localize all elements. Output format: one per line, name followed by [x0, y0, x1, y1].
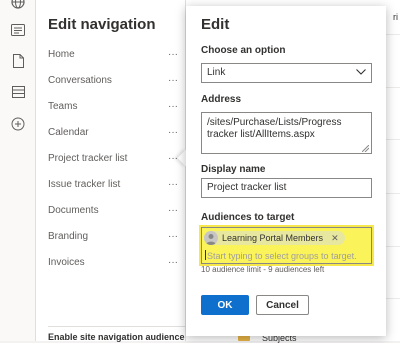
option-label: Choose an option: [201, 45, 286, 56]
nav-item-project-tracker-list[interactable]: Project tracker list ···: [48, 149, 178, 167]
audience-chip-label: Learning Portal Members: [222, 233, 324, 243]
address-textarea[interactable]: /sites/Purchase/Lists/Progress tracker l…: [201, 112, 372, 154]
text-cursor: [205, 250, 206, 260]
nav-item-teams[interactable]: Teams ···: [48, 97, 178, 115]
audiences-label: Audiences to target: [201, 212, 295, 223]
group-avatar-icon: [204, 231, 218, 245]
cancel-button[interactable]: Cancel: [256, 295, 309, 315]
resize-handle-icon[interactable]: [361, 144, 370, 153]
more-options-icon[interactable]: ···: [168, 75, 178, 86]
nav-item-label: Teams: [48, 100, 78, 112]
news-icon[interactable]: [10, 22, 26, 38]
more-options-icon[interactable]: ···: [168, 101, 178, 112]
nav-item-home[interactable]: Home ···: [48, 45, 178, 63]
nav-item-label: Invoices: [48, 256, 85, 268]
nav-item-label: Calendar: [48, 126, 89, 138]
audience-chip[interactable]: Learning Portal Members ✕: [204, 231, 345, 245]
add-icon[interactable]: [10, 116, 26, 132]
edit-link-dialog: Edit Choose an option Link Address /site…: [186, 6, 386, 336]
option-dropdown[interactable]: Link: [201, 63, 372, 83]
ok-button[interactable]: OK: [201, 295, 249, 315]
nav-item-label: Project tracker list: [48, 152, 128, 164]
address-label: Address: [201, 94, 242, 105]
nav-item-label: Branding: [48, 230, 89, 242]
nav-item-documents[interactable]: Documents ···: [48, 201, 178, 219]
audience-targeting-toggle-label: Enable site navigation audience: [48, 326, 188, 342]
audience-limit-hint: 10 audience limit - 9 audiences left: [201, 265, 325, 274]
more-options-icon[interactable]: ···: [168, 205, 178, 216]
list-icon[interactable]: [10, 84, 26, 100]
address-value: /sites/Purchase/Lists/Progress tracker l…: [207, 117, 342, 140]
nav-item-calendar[interactable]: Calendar ···: [48, 123, 178, 141]
document-icon[interactable]: [10, 53, 26, 69]
dialog-title: Edit: [201, 16, 230, 33]
audience-picker[interactable]: Learning Portal Members ✕ Start typing t…: [199, 225, 374, 266]
globe-icon[interactable]: [10, 0, 26, 10]
nav-item-label: Home: [48, 48, 75, 60]
audience-placeholder: Start typing to select groups to target.: [207, 251, 357, 261]
chevron-down-icon: [356, 67, 366, 79]
option-selected-value: Link: [207, 67, 226, 78]
nav-item-conversations[interactable]: Conversations ···: [48, 71, 178, 89]
nav-item-label: Conversations: [48, 74, 112, 86]
more-options-icon[interactable]: ···: [168, 231, 178, 242]
nav-item-label: Documents: [48, 204, 99, 216]
nav-item-issue-tracker-list[interactable]: Issue tracker list ···: [48, 175, 178, 193]
nav-item-label: Issue tracker list: [48, 178, 121, 190]
display-name-input[interactable]: Project tracker list: [201, 178, 372, 198]
nav-item-branding[interactable]: Branding ···: [48, 227, 178, 245]
display-name-label: Display name: [201, 164, 266, 175]
edit-navigation-panel: Edit navigation Home ··· Conversations ·…: [36, 0, 188, 342]
more-options-icon[interactable]: ···: [168, 257, 178, 268]
more-options-icon[interactable]: ···: [168, 49, 178, 60]
more-options-icon[interactable]: ···: [168, 127, 178, 138]
nav-item-invoices[interactable]: Invoices ···: [48, 253, 178, 271]
more-options-icon[interactable]: ···: [168, 179, 178, 190]
column-header-fragment: ri: [393, 12, 398, 22]
audience-search-input[interactable]: Start typing to select groups to target.: [205, 250, 357, 261]
panel-title: Edit navigation: [48, 16, 156, 33]
app-rail: [0, 0, 36, 341]
more-options-icon[interactable]: ···: [168, 153, 178, 164]
remove-audience-icon[interactable]: ✕: [331, 233, 339, 244]
